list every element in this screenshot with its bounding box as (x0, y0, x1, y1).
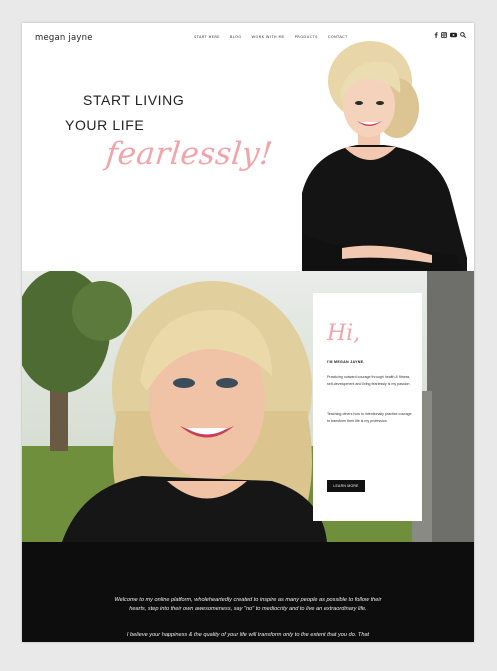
hero-heading-line1: START LIVING (83, 92, 185, 108)
intro-paragraph-1: Practicing outward courage through healt… (327, 375, 411, 386)
intro-greeting: Hi, (327, 321, 361, 346)
web-page: megan jayne START HERE BLOG WORK WITH ME… (22, 23, 474, 642)
intro-paragraph-2: Teaching others how to intentionally pra… (327, 412, 412, 423)
nav-blog[interactable]: BLOG (230, 35, 242, 39)
believe-text: I believe your happiness & the quality o… (126, 632, 370, 638)
intro-name: I'M MEGAN JAYNE. (327, 360, 365, 364)
welcome-text: Welcome to my online platform, wholehear… (114, 597, 382, 612)
learn-more-button[interactable]: LEARN MORE (327, 480, 365, 492)
site-logo[interactable]: megan jayne (35, 33, 93, 43)
nav-start-here[interactable]: START HERE (194, 35, 220, 39)
hero-portrait-image (302, 41, 467, 271)
hero-script-text: fearlessly! (104, 136, 275, 172)
welcome-section: Welcome to my online platform, wholehear… (22, 542, 474, 642)
hero-heading-line2: YOUR LIFE (65, 117, 145, 133)
intro-card: Hi, I'M MEGAN JAYNE. Practicing outward … (313, 293, 422, 521)
